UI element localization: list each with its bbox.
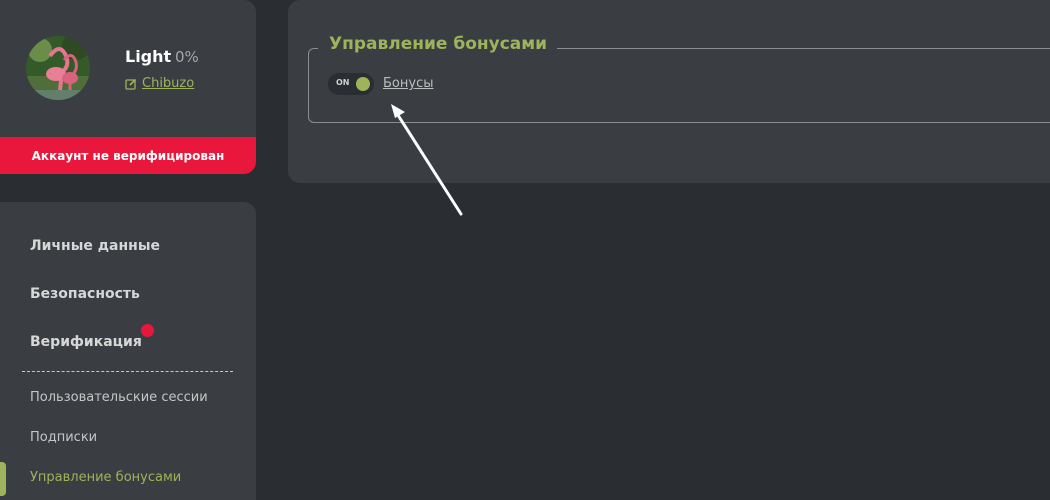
- nav-item-personal-data[interactable]: Личные данные: [30, 238, 160, 254]
- nav-item-subscriptions[interactable]: Подписки: [30, 430, 97, 445]
- username: Light: [125, 47, 172, 66]
- nav-item-verification[interactable]: Верификация: [30, 334, 142, 350]
- toggle-state-label: ON: [336, 78, 350, 87]
- verification-alert-dot: [141, 324, 154, 337]
- nav-divider: [22, 371, 233, 372]
- nav-item-bonus-management[interactable]: Управление бонусами: [30, 470, 181, 485]
- toggle-knob: [356, 77, 370, 91]
- page: Light 0% Chibuzo Аккаунт не верифицирова…: [0, 0, 1050, 500]
- edit-profile-link[interactable]: Chibuzo: [125, 76, 194, 91]
- avatar[interactable]: [26, 36, 90, 100]
- bonus-management-panel: Управление бонусами ON Бонусы: [288, 0, 1050, 183]
- bonus-toggle[interactable]: ON: [328, 73, 374, 95]
- bonus-link[interactable]: Бонусы: [383, 76, 433, 91]
- settings-nav: Личные данные Безопасность Верификация П…: [0, 202, 256, 500]
- profile-card: Light 0% Chibuzo Аккаунт не верифицирова…: [0, 0, 256, 174]
- edit-icon: [125, 78, 137, 90]
- active-indicator: [0, 462, 6, 496]
- nav-item-security[interactable]: Безопасность: [30, 286, 140, 302]
- nav-item-user-sessions[interactable]: Пользовательские сессии: [30, 390, 208, 405]
- unverified-banner[interactable]: Аккаунт не верифицирован: [0, 137, 256, 174]
- edit-profile-label: Chibuzo: [142, 76, 195, 91]
- section-title: Управление бонусами: [318, 34, 558, 54]
- profile-progress: 0%: [175, 48, 199, 66]
